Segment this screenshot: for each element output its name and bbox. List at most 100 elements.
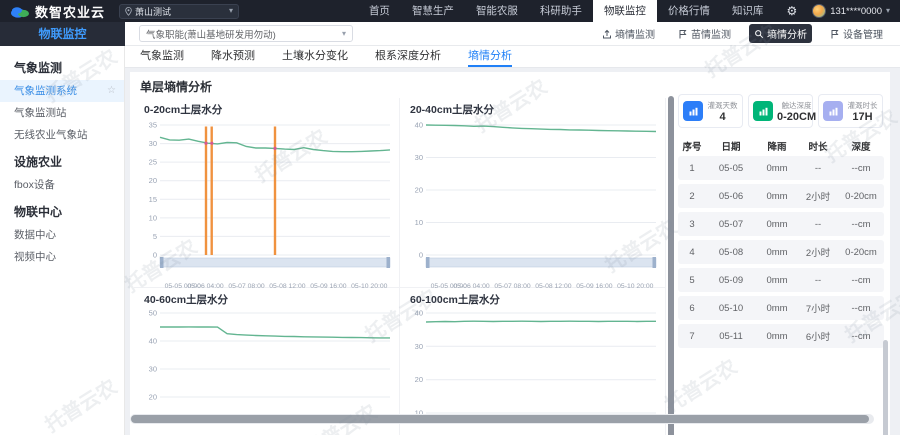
chart-title: 0-20cm土层水分 <box>144 102 399 117</box>
sidebar-section-header: 设施农业 <box>0 150 124 174</box>
table-cell: 7 <box>678 331 706 342</box>
table-cell: 0mm <box>756 219 798 230</box>
location-value: 萧山测试 <box>135 5 229 18</box>
table-row[interactable]: 105-050mm----cm <box>678 156 884 180</box>
sidebar-item[interactable]: 数据中心 <box>0 224 124 246</box>
vertical-scrollbar[interactable] <box>668 96 674 435</box>
tab-bar: 气象监测 降水预测 土壤水分变化 根系深度分析 墒情分析 <box>125 46 900 68</box>
svg-text:20: 20 <box>149 393 157 402</box>
stat-card: 触达深度0-20CM <box>748 94 813 128</box>
table-scrollbar-thumb[interactable] <box>883 340 888 435</box>
topnav-item[interactable]: 知识库 <box>721 0 775 22</box>
table-header-cell: 时长 <box>798 139 838 153</box>
table-cell: --cm <box>838 275 884 286</box>
main-area: 气象监测降水预测土壤水分变化根系深度分析墒情分析 单层墒情分析 0-20cm土层… <box>125 46 900 435</box>
chevron-down-icon: ▾ <box>229 7 233 15</box>
stat-texts: 灌溉时长17H <box>847 100 878 123</box>
table-header-cell: 日期 <box>706 139 756 153</box>
table-cell: 05-08 <box>706 247 756 258</box>
table-cell: 0mm <box>756 275 798 286</box>
topnav-item[interactable]: 智能农服 <box>465 0 529 22</box>
module-title: 物联监控 <box>0 22 125 46</box>
action-button-label: 设备管理 <box>843 26 883 41</box>
brand-name: 数智农业云 <box>35 2 105 21</box>
stat-card: 灌溉天数4 <box>678 94 743 128</box>
table-cell: 6 <box>678 303 706 314</box>
topnav-item[interactable]: 智慧生产 <box>401 0 465 22</box>
sidebar-item[interactable]: 视频中心 <box>0 246 124 268</box>
stat-label: 触达深度 <box>777 100 816 111</box>
charts-grid: 0-20cm土层水分0510152025303505-05 00:0005-06… <box>134 98 666 435</box>
stat-label: 灌溉天数 <box>707 100 738 111</box>
table-row[interactable]: 405-080mm2小时0-20cm <box>678 240 884 264</box>
chart-title: 20-40cm土层水分 <box>410 102 665 117</box>
sub-header: 物联监控 气象职能(萧山基地研发用勿动) ▾ 墒情监测苗情监测墒情分析 设备管理 <box>0 22 900 46</box>
action-button[interactable]: 设备管理 <box>825 24 888 43</box>
datazoom-slider[interactable] <box>426 257 656 268</box>
device-icon <box>830 29 840 39</box>
action-button[interactable]: 苗情监测 <box>673 24 736 43</box>
table-row[interactable]: 205-060mm2小时0-20cm <box>678 184 884 208</box>
action-button[interactable]: 墒情监测 <box>597 24 660 43</box>
topnav-item[interactable]: 首页 <box>358 0 401 22</box>
location-select[interactable]: 萧山测试 ▾ <box>119 4 239 19</box>
table-row[interactable]: 605-100mm7小时--cm <box>678 296 884 320</box>
horizontal-scrollbar[interactable] <box>130 414 874 424</box>
action-button[interactable]: 墒情分析 <box>749 24 812 43</box>
table-cell: 1 <box>678 163 706 174</box>
user-menu[interactable]: 131****0000 ▾ <box>806 4 900 18</box>
chart-title: 40-60cm土层水分 <box>144 292 399 307</box>
table-cell: --cm <box>838 163 884 174</box>
table-cell: 0mm <box>756 331 798 342</box>
stat-value: 0-20CM <box>777 111 816 123</box>
star-icon[interactable]: ☆ <box>107 80 116 102</box>
sidebar-item[interactable]: 气象监测系统☆ <box>0 80 124 102</box>
horizontal-scrollbar-thumb[interactable] <box>131 415 869 423</box>
chart-cell: 0-20cm土层水分0510152025303505-05 00:0005-06… <box>134 98 400 288</box>
stat-card: 灌溉时长17H <box>818 94 883 128</box>
chevron-down-icon: ▾ <box>886 7 890 15</box>
tab-item[interactable]: 气象监测 <box>140 46 184 67</box>
table-row[interactable]: 305-070mm----cm <box>678 212 884 236</box>
datazoom-slider[interactable] <box>160 257 390 268</box>
svg-text:35: 35 <box>149 121 157 130</box>
table-row[interactable]: 705-110mm6小时--cm <box>678 324 884 348</box>
sidebar-item[interactable]: fbox设备 <box>0 174 124 196</box>
vertical-scrollbar-thumb[interactable] <box>668 96 674 435</box>
svg-text:25: 25 <box>149 158 157 167</box>
sidebar-item-label: 无线农业气象站 <box>14 124 116 146</box>
topnav-item[interactable]: 物联监控 <box>593 0 657 22</box>
svg-text:5: 5 <box>153 232 157 241</box>
svg-text:50: 50 <box>149 309 157 318</box>
gear-icon[interactable]: ⚙ <box>786 0 797 22</box>
table-row[interactable]: 505-090mm----cm <box>678 268 884 292</box>
topnav-item[interactable]: 科研助手 <box>529 0 593 22</box>
chart-cell: 20-40cm土层水分01020304005-05 00:0005-06 04:… <box>400 98 666 288</box>
tab-item[interactable]: 降水预测 <box>211 46 255 67</box>
sidebar-item[interactable]: 无线农业气象站 <box>0 124 124 146</box>
sidebar-item-label: 气象监测站 <box>14 102 116 124</box>
topnav-item[interactable]: 价格行情 <box>657 0 721 22</box>
table-cell: 3 <box>678 219 706 230</box>
station-select[interactable]: 气象职能(萧山基地研发用勿动) ▾ <box>139 25 353 42</box>
user-phone: 131****0000 <box>830 6 882 17</box>
chart-title: 60-100cm土层水分 <box>410 292 665 307</box>
table-cell: --cm <box>838 219 884 230</box>
tab-item[interactable]: 根系深度分析 <box>375 46 441 67</box>
table-header-row: 序号日期降雨时长深度 <box>678 136 884 156</box>
tab-item[interactable]: 墒情分析 <box>468 46 512 67</box>
sidebar-item[interactable]: 气象监测站 <box>0 102 124 124</box>
table-cell: 0mm <box>756 163 798 174</box>
table-cell: 2小时 <box>798 189 838 203</box>
top-nav: 首页智慧生产智能农服科研助手物联监控价格行情知识库 <box>358 0 775 22</box>
table-cell: 2 <box>678 191 706 202</box>
tab-item[interactable]: 土壤水分变化 <box>282 46 348 67</box>
table-cell: 0mm <box>756 303 798 314</box>
bar-chart-icon <box>823 101 843 121</box>
top-bar: 数智农业云 萧山测试 ▾ 首页智慧生产智能农服科研助手物联监控价格行情知识库 ⚙… <box>0 0 900 22</box>
table-cell: 05-11 <box>706 331 756 342</box>
analysis-icon <box>754 29 764 39</box>
stat-value: 17H <box>847 111 878 123</box>
table-cell: 7小时 <box>798 301 838 315</box>
table-cell: 0-20cm <box>838 191 884 202</box>
